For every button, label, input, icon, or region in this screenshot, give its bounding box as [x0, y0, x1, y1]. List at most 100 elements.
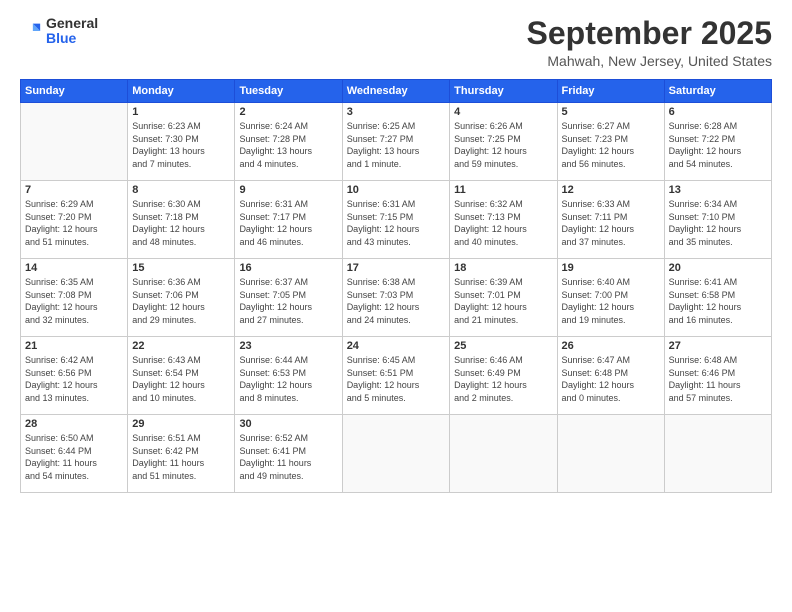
day-number: 22 [132, 340, 230, 352]
calendar-cell: 2Sunrise: 6:24 AMSunset: 7:28 PMDaylight… [235, 103, 342, 181]
calendar-cell: 14Sunrise: 6:35 AMSunset: 7:08 PMDayligh… [21, 259, 128, 337]
calendar-cell: 13 Sunrise: 6:34 AMSunset: 7:10 PMDayligh… [664, 181, 771, 259]
day-number: 19 [562, 262, 660, 274]
calendar-cell: 29 Sunrise: 6:51 AMSunset: 6:42 PMDayligh… [128, 415, 235, 493]
calendar-cell: 4 Sunrise: 6:26 AMSunset: 7:25 PMDaylight… [450, 103, 557, 181]
day-number: 16 [239, 262, 337, 274]
day-info: Sunrise: 6:51 AMSunset: 6:42 PMDaylight:… [132, 432, 230, 482]
logo-general: General [46, 16, 98, 31]
week-row-3: 14Sunrise: 6:35 AMSunset: 7:08 PMDayligh… [21, 259, 772, 337]
day-number: 13 [669, 184, 767, 196]
col-monday: Monday [128, 80, 235, 103]
month-title: September 2025 [527, 16, 772, 51]
day-number: 12 [562, 184, 660, 196]
week-row-2: 7 Sunrise: 6:29 AMSunset: 7:20 PMDaylight… [21, 181, 772, 259]
day-info: Sunrise: 6:43 AMSunset: 6:54 PMDaylight:… [132, 354, 230, 404]
calendar-header-row: Sunday Monday Tuesday Wednesday Thursday… [21, 80, 772, 103]
day-number: 6 [669, 106, 767, 118]
day-info: Sunrise: 6:37 AMSunset: 7:05 PMDaylight:… [239, 276, 337, 326]
day-number: 23 [239, 340, 337, 352]
day-info: Sunrise: 6:33 AMSunset: 7:11 PMDaylight:… [562, 198, 660, 248]
day-info: Sunrise: 6:42 AMSunset: 6:56 PMDaylight:… [25, 354, 123, 404]
day-number: 10 [347, 184, 445, 196]
day-number: 9 [239, 184, 337, 196]
col-thursday: Thursday [450, 80, 557, 103]
col-wednesday: Wednesday [342, 80, 449, 103]
day-info: Sunrise: 6:46 AMSunset: 6:49 PMDaylight:… [454, 354, 552, 404]
day-info: Sunrise: 6:39 AMSunset: 7:01 PMDaylight:… [454, 276, 552, 326]
calendar-cell: 24 Sunrise: 6:45 AMSunset: 6:51 PMDayligh… [342, 337, 449, 415]
calendar-cell: 30Sunrise: 6:52 AMSunset: 6:41 PMDayligh… [235, 415, 342, 493]
day-number: 24 [347, 340, 445, 352]
calendar-cell: 9 Sunrise: 6:31 AMSunset: 7:17 PMDaylight… [235, 181, 342, 259]
week-row-1: 1 Sunrise: 6:23 AMSunset: 7:30 PMDaylight… [21, 103, 772, 181]
day-info: Sunrise: 6:30 AMSunset: 7:18 PMDaylight:… [132, 198, 230, 248]
day-info: Sunrise: 6:31 AMSunset: 7:15 PMDaylight:… [347, 198, 445, 248]
col-tuesday: Tuesday [235, 80, 342, 103]
calendar-cell: 7 Sunrise: 6:29 AMSunset: 7:20 PMDaylight… [21, 181, 128, 259]
day-info: Sunrise: 6:35 AMSunset: 7:08 PMDaylight:… [25, 276, 123, 326]
calendar-cell: 1 Sunrise: 6:23 AMSunset: 7:30 PMDaylight… [128, 103, 235, 181]
day-number: 20 [669, 262, 767, 274]
calendar-cell [557, 415, 664, 493]
day-info: Sunrise: 6:52 AMSunset: 6:41 PMDaylight:… [239, 432, 337, 482]
calendar-cell [664, 415, 771, 493]
day-number: 29 [132, 418, 230, 430]
day-number: 21 [25, 340, 123, 352]
day-info: Sunrise: 6:29 AMSunset: 7:20 PMDaylight:… [25, 198, 123, 248]
calendar-cell: 15 Sunrise: 6:36 AMSunset: 7:06 PMDayligh… [128, 259, 235, 337]
calendar-cell: 19 Sunrise: 6:40 AMSunset: 7:00 PMDayligh… [557, 259, 664, 337]
day-number: 28 [25, 418, 123, 430]
day-info: Sunrise: 6:38 AMSunset: 7:03 PMDaylight:… [347, 276, 445, 326]
day-number: 4 [454, 106, 552, 118]
calendar-cell: 21 Sunrise: 6:42 AMSunset: 6:56 PMDayligh… [21, 337, 128, 415]
calendar-cell: 5Sunrise: 6:27 AMSunset: 7:23 PMDaylight… [557, 103, 664, 181]
day-number: 15 [132, 262, 230, 274]
day-info: Sunrise: 6:44 AMSunset: 6:53 PMDaylight:… [239, 354, 337, 404]
calendar-cell: 3Sunrise: 6:25 AMSunset: 7:27 PMDaylight… [342, 103, 449, 181]
day-number: 11 [454, 184, 552, 196]
day-number: 5 [562, 106, 660, 118]
calendar-cell: 6Sunrise: 6:28 AMSunset: 7:22 PMDaylight… [664, 103, 771, 181]
day-info: Sunrise: 6:23 AMSunset: 7:30 PMDaylight:… [132, 120, 230, 170]
col-sunday: Sunday [21, 80, 128, 103]
day-info: Sunrise: 6:26 AMSunset: 7:25 PMDaylight:… [454, 120, 552, 170]
day-number: 2 [239, 106, 337, 118]
calendar-cell: 16 Sunrise: 6:37 AMSunset: 7:05 PMDayligh… [235, 259, 342, 337]
day-number: 18 [454, 262, 552, 274]
day-number: 26 [562, 340, 660, 352]
calendar-cell: 23 Sunrise: 6:44 AMSunset: 6:53 PMDayligh… [235, 337, 342, 415]
day-number: 1 [132, 106, 230, 118]
day-info: Sunrise: 6:47 AMSunset: 6:48 PMDaylight:… [562, 354, 660, 404]
location-title: Mahwah, New Jersey, United States [527, 53, 772, 69]
logo-icon [20, 20, 42, 42]
day-number: 27 [669, 340, 767, 352]
calendar-cell [450, 415, 557, 493]
calendar-cell: 26 Sunrise: 6:47 AMSunset: 6:48 PMDayligh… [557, 337, 664, 415]
calendar-cell: 25 Sunrise: 6:46 AMSunset: 6:49 PMDayligh… [450, 337, 557, 415]
header: General Blue September 2025 Mahwah, New … [20, 16, 772, 69]
logo-text: General Blue [46, 16, 98, 47]
page: General Blue September 2025 Mahwah, New … [0, 0, 792, 612]
day-info: Sunrise: 6:40 AMSunset: 7:00 PMDaylight:… [562, 276, 660, 326]
calendar-cell: 12 Sunrise: 6:33 AMSunset: 7:11 PMDayligh… [557, 181, 664, 259]
col-saturday: Saturday [664, 80, 771, 103]
day-number: 7 [25, 184, 123, 196]
calendar-cell: 11 Sunrise: 6:32 AMSunset: 7:13 PMDayligh… [450, 181, 557, 259]
calendar-cell [342, 415, 449, 493]
logo: General Blue [20, 16, 98, 47]
calendar-cell [21, 103, 128, 181]
day-info: Sunrise: 6:34 AMSunset: 7:10 PMDaylight:… [669, 198, 767, 248]
day-info: Sunrise: 6:25 AMSunset: 7:27 PMDaylight:… [347, 120, 445, 170]
day-number: 25 [454, 340, 552, 352]
calendar-cell: 18 Sunrise: 6:39 AMSunset: 7:01 PMDayligh… [450, 259, 557, 337]
day-info: Sunrise: 6:45 AMSunset: 6:51 PMDaylight:… [347, 354, 445, 404]
day-info: Sunrise: 6:50 AMSunset: 6:44 PMDaylight:… [25, 432, 123, 482]
day-info: Sunrise: 6:31 AMSunset: 7:17 PMDaylight:… [239, 198, 337, 248]
col-friday: Friday [557, 80, 664, 103]
calendar-cell: 17Sunrise: 6:38 AMSunset: 7:03 PMDayligh… [342, 259, 449, 337]
day-info: Sunrise: 6:36 AMSunset: 7:06 PMDaylight:… [132, 276, 230, 326]
calendar-table: Sunday Monday Tuesday Wednesday Thursday… [20, 79, 772, 493]
day-info: Sunrise: 6:41 AMSunset: 6:58 PMDaylight:… [669, 276, 767, 326]
day-info: Sunrise: 6:32 AMSunset: 7:13 PMDaylight:… [454, 198, 552, 248]
